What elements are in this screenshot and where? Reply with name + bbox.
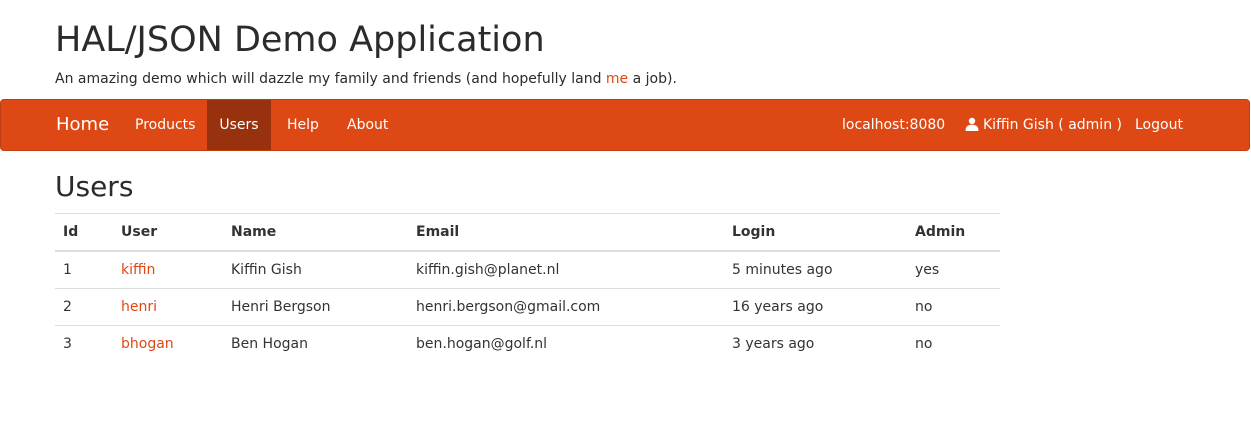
header-name: Name	[223, 213, 408, 252]
cell-admin: no	[907, 288, 1000, 326]
cell-name: Kiffin Gish	[231, 262, 302, 278]
cell-login: 5 minutes ago	[732, 262, 833, 278]
cell-user: kiffin	[113, 251, 223, 289]
page-title: Users	[55, 170, 134, 203]
table-row: 1 kiffin Kiffin Gish kiffin.gish@planet.…	[55, 251, 1000, 289]
user-link[interactable]: henri	[121, 299, 157, 315]
user-icon	[965, 117, 979, 131]
users-table: Id User Name Email Login Admin 1 kiffin …	[55, 213, 1000, 362]
cell-login: 16 years ago	[724, 288, 907, 326]
table-row: 3 bhogan Ben Hogan ben.hogan@golf.nl 3 y…	[55, 325, 1000, 362]
nav-about-link[interactable]: About	[335, 100, 400, 150]
tagline-me-link[interactable]: me	[606, 71, 628, 87]
nav-user-label: Kiffin Gish ( admin )	[983, 117, 1122, 133]
nav-products-link[interactable]: Products	[123, 100, 207, 150]
cell-admin: yes	[915, 262, 940, 278]
tagline-text-after: a job).	[628, 71, 677, 87]
nav-host-link[interactable]: localhost:8080	[830, 100, 957, 150]
nav-users-link[interactable]: Users	[207, 100, 271, 150]
nav-home-link[interactable]: Home	[56, 100, 109, 150]
nav-help-link[interactable]: Help	[275, 100, 331, 150]
cell-id: 3	[55, 325, 113, 362]
app-title: HAL/JSON Demo Application	[55, 20, 545, 60]
nav-user-link[interactable]: Kiffin Gish ( admin )	[953, 100, 1134, 150]
header-login: Login	[724, 213, 907, 252]
header-admin: Admin	[907, 213, 1000, 252]
cell-email: kiffin.gish@planet.nl	[416, 262, 560, 278]
nav-logout-link[interactable]: Logout	[1123, 100, 1195, 150]
cell-login: 3 years ago	[724, 325, 907, 362]
navbar: Home Products Users Help About localhost…	[0, 99, 1250, 151]
cell-user: bhogan	[113, 325, 223, 362]
cell-email: ben.hogan@golf.nl	[408, 325, 724, 362]
table-row: 2 henri Henri Bergson henri.bergson@gmai…	[55, 288, 1000, 326]
user-link[interactable]: kiffin	[121, 262, 155, 278]
header-id: Id	[55, 213, 113, 252]
tagline-text-before: An amazing demo which will dazzle my fam…	[55, 71, 606, 87]
cell-name: Henri Bergson	[223, 288, 408, 326]
cell-email: henri.bergson@gmail.com	[408, 288, 724, 326]
cell-admin: no	[907, 325, 1000, 362]
cell-id: 1	[63, 262, 72, 278]
table-header-row: Id User Name Email Login Admin	[55, 213, 1000, 252]
header-user: User	[113, 213, 223, 252]
user-link[interactable]: bhogan	[121, 336, 174, 352]
header-email: Email	[408, 213, 724, 252]
tagline: An amazing demo which will dazzle my fam…	[55, 70, 677, 88]
cell-user: henri	[113, 288, 223, 326]
cell-id: 2	[55, 288, 113, 326]
cell-name: Ben Hogan	[223, 325, 408, 362]
